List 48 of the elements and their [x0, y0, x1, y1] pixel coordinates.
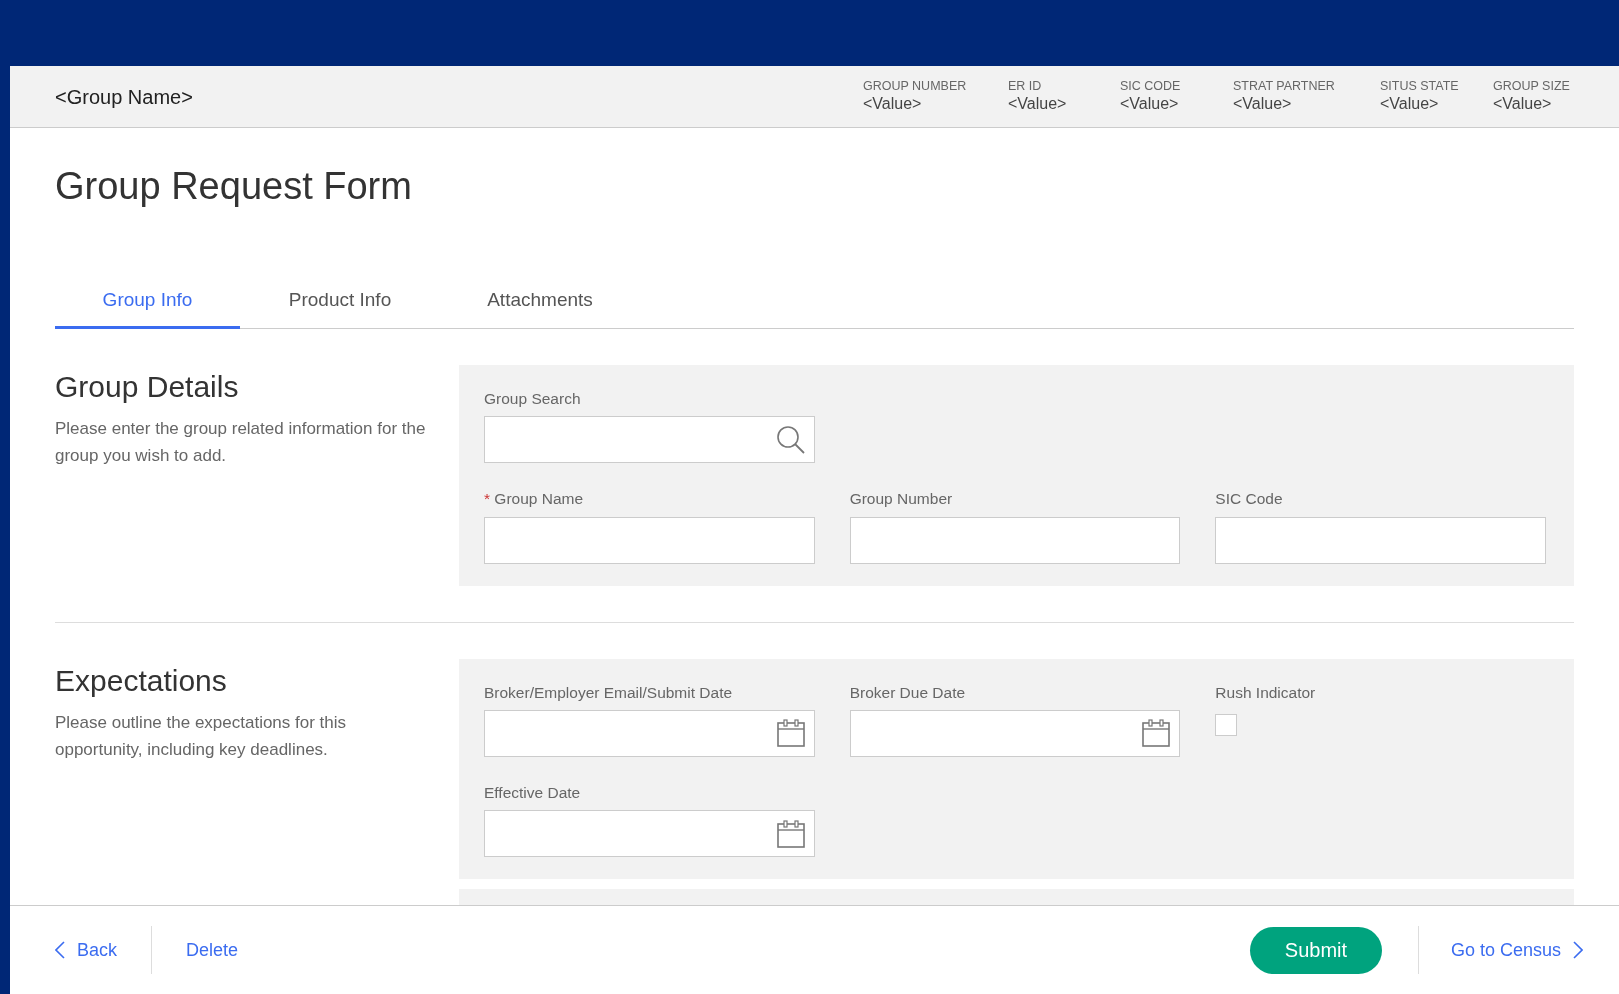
- tab[interactable]: Product Info: [240, 275, 440, 330]
- field-label: Broker Due Date: [849, 682, 967, 703]
- field-label: Group Search: [484, 389, 582, 410]
- checkbox[interactable]: [1215, 713, 1238, 736]
- field-value: <Value>: [1493, 94, 1553, 114]
- delete-link[interactable]: Delete: [186, 930, 239, 970]
- calendar-icon[interactable]: [775, 818, 806, 849]
- field-label: Group Number: [849, 489, 954, 510]
- field-label: Rush Indicator: [1215, 682, 1317, 703]
- tab[interactable]: Attachments: [440, 275, 640, 330]
- section-description: Please outline the expectations for this opportunity, including key deadlines.: [55, 711, 348, 761]
- chevron-left-icon: [55, 941, 65, 959]
- date-field[interactable]: [484, 810, 815, 858]
- field-value: <Value>: [1008, 94, 1068, 114]
- field-label: SIC CODE: [1120, 79, 1182, 95]
- field-value: <Value>: [1120, 94, 1180, 114]
- section-title: Group Details: [55, 369, 240, 406]
- field-label: GROUP SIZE: [1493, 79, 1571, 95]
- required-asterisk: *: [484, 490, 491, 508]
- field-label: STRAT PARTNER: [1233, 79, 1336, 95]
- back-link[interactable]: Back: [55, 930, 118, 970]
- search-field[interactable]: [484, 416, 815, 464]
- section-title: Expectations: [55, 662, 228, 699]
- group-name-title: <Group Name>: [55, 84, 193, 110]
- field-label: Broker/Employer Email/Submit Date: [484, 682, 734, 703]
- field-label: GROUP NUMBER: [863, 79, 968, 95]
- input-field[interactable]: [849, 516, 1181, 564]
- field-label: ER ID: [1008, 79, 1043, 95]
- input-field[interactable]: [484, 516, 815, 564]
- field-label: Effective Date: [484, 782, 582, 803]
- tab[interactable]: Group Info: [55, 275, 240, 330]
- submit-button[interactable]: Submit: [1249, 926, 1382, 974]
- field-label: * Group Name: [484, 489, 585, 510]
- field-value: <Value>: [1380, 94, 1440, 114]
- field-label: SIC Code: [1215, 489, 1284, 510]
- date-field[interactable]: [849, 709, 1181, 757]
- field-value: <Value>: [1233, 94, 1293, 114]
- input-field[interactable]: [1215, 516, 1546, 564]
- calendar-icon[interactable]: [775, 718, 806, 749]
- page-title: Group Request Form: [55, 164, 413, 209]
- field-label: SITUS STATE: [1380, 79, 1460, 95]
- field-value: <Value>: [863, 94, 923, 114]
- chevron-right-icon: [1573, 941, 1583, 959]
- section-description: Please enter the group related information for the group you wish to add.: [55, 418, 427, 468]
- next-link[interactable]: Go to Census: [1450, 930, 1583, 970]
- search-icon[interactable]: [775, 424, 806, 455]
- calendar-icon[interactable]: [1141, 718, 1172, 749]
- date-field[interactable]: [484, 709, 815, 757]
